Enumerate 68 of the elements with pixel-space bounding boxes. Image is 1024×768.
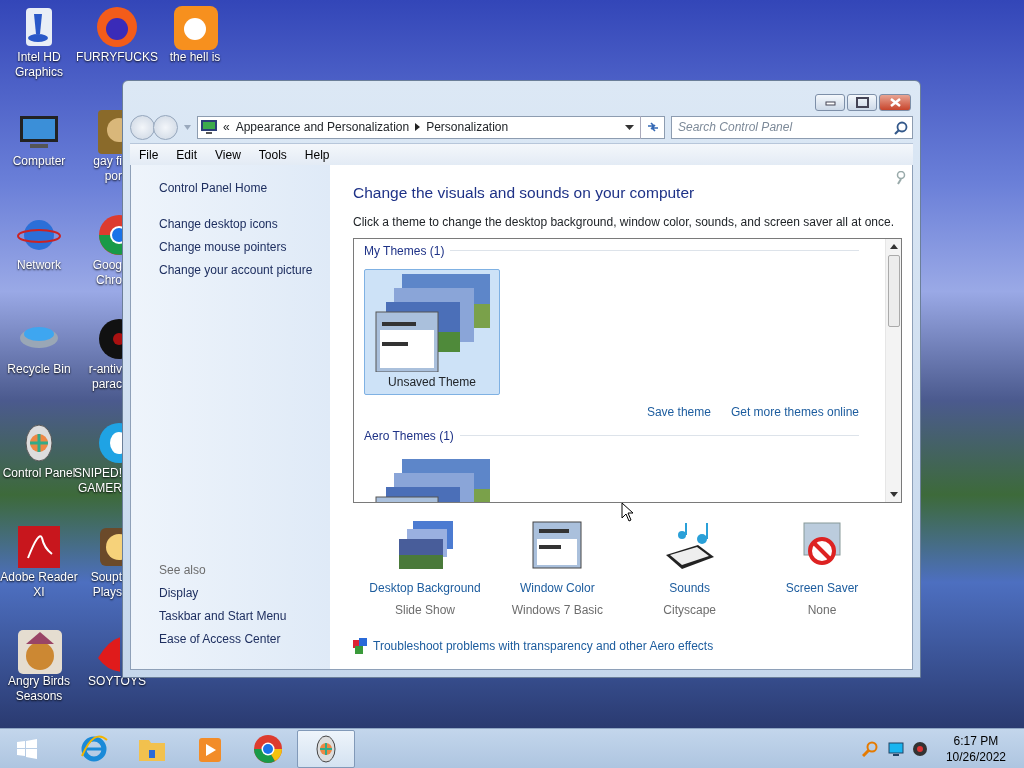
monitor-icon[interactable]	[887, 741, 904, 756]
address-bar[interactable]: « Appearance and Personalization Personalization	[197, 115, 665, 139]
menu-item[interactable]: Tools	[249, 144, 296, 165]
breadcrumb-overflow[interactable]: «	[223, 118, 230, 136]
browser-e-icon	[79, 733, 109, 764]
clock-date[interactable]: 10/26/2022	[945, 748, 1006, 765]
icon-label[interactable]: Intel HD Graphics	[15, 50, 63, 80]
setting-value: None	[807, 601, 837, 619]
browser-icon	[253, 733, 283, 764]
link[interactable]: Get more themes online	[730, 402, 859, 421]
menu-item[interactable]: Edit	[167, 144, 207, 165]
icon-label[interactable]: FURRYFUCKS	[76, 50, 158, 65]
group-heading: Aero Themes (1)	[364, 427, 454, 445]
menu-item[interactable]: File	[130, 144, 168, 165]
icon-label[interactable]: Computer	[12, 154, 66, 169]
sidebar-link[interactable]: Display	[159, 582, 330, 605]
maximize-button[interactable]	[847, 94, 877, 111]
icon-label[interactable]: Recycle Bin	[7, 362, 71, 377]
close-button[interactable]	[879, 94, 911, 111]
sidebar-link[interactable]: Control Panel Home	[159, 177, 330, 200]
icon-label[interactable]: the hell is	[169, 50, 221, 65]
monitor-icon	[201, 120, 217, 134]
taskbar-button[interactable]	[297, 729, 355, 768]
group-heading: My Themes (1)	[364, 242, 445, 260]
speaker-icon[interactable]	[911, 740, 928, 757]
page-heading: Change the visuals and sounds on your computer	[353, 184, 696, 203]
sidebar-link[interactable]: Change your account picture	[159, 259, 330, 282]
scrollbar[interactable]	[885, 238, 901, 502]
chevron-icon[interactable]	[415, 123, 421, 131]
setting-value: Cityscape	[663, 601, 716, 619]
sidebar-link[interactable]: Taskbar and Start Menu	[159, 605, 330, 628]
search-icon[interactable]	[894, 120, 908, 135]
link[interactable]: Save theme	[646, 402, 711, 421]
sidebar-link[interactable]: Ease of Access Center	[159, 628, 330, 651]
setting-link[interactable]: Desktop Background	[369, 578, 481, 597]
icon-label[interactable]: Angry Birds Seasons	[8, 674, 70, 704]
setting-value: Slide Show	[394, 601, 455, 619]
search-field[interactable]: Search Control Panel	[671, 115, 913, 139]
mouse-cursor-icon	[621, 502, 634, 522]
icon-label[interactable]: gay fi por	[93, 154, 122, 184]
troubleshoot-link[interactable]: Troubleshoot problems with transparency and other Aero effects	[373, 636, 714, 655]
sidebar-link[interactable]: Change mouse pointers	[159, 236, 330, 259]
pictures-icon[interactable]	[397, 520, 453, 571]
description: Click a theme to change the desktop background, window color, sounds, and screen saver all at once.	[353, 213, 895, 231]
start-icon[interactable]	[17, 738, 37, 759]
icon-label[interactable]: r-antiv parac	[88, 362, 122, 392]
setting-value: Windows 7 Basic	[511, 601, 603, 619]
shield-icon	[353, 637, 367, 654]
icon-label[interactable]: SNIPED! GAMER	[74, 466, 122, 496]
setting-link[interactable]: Window Color	[519, 578, 595, 597]
sidebar-link[interactable]: Change desktop icons	[159, 213, 330, 236]
refresh-icon[interactable]	[645, 121, 660, 133]
theme-tile[interactable]: Unsaved Theme	[364, 268, 500, 395]
icon-label[interactable]: Soupt Plays	[90, 570, 122, 600]
clock-time[interactable]: 6:17 PM	[945, 732, 1006, 749]
maximize-icon[interactable]	[854, 97, 870, 108]
menu-item[interactable]: Help	[295, 144, 339, 165]
caret-icon[interactable]	[625, 124, 634, 130]
icon-label[interactable]: Adobe Reader XI	[0, 570, 78, 600]
section-heading: See also	[159, 562, 207, 579]
menu-item[interactable]: View	[206, 144, 250, 165]
icon-label[interactable]: Control Panel	[2, 466, 76, 481]
setting-link[interactable]: Sounds	[669, 578, 710, 597]
breadcrumb[interactable]: Appearance and Personalization	[235, 118, 410, 136]
pdf-icon[interactable]	[16, 524, 62, 570]
breadcrumb[interactable]: Personalization	[426, 118, 509, 136]
scrollbar-thumb[interactable]	[887, 254, 900, 327]
setting-link[interactable]: Screen Saver	[785, 578, 859, 597]
